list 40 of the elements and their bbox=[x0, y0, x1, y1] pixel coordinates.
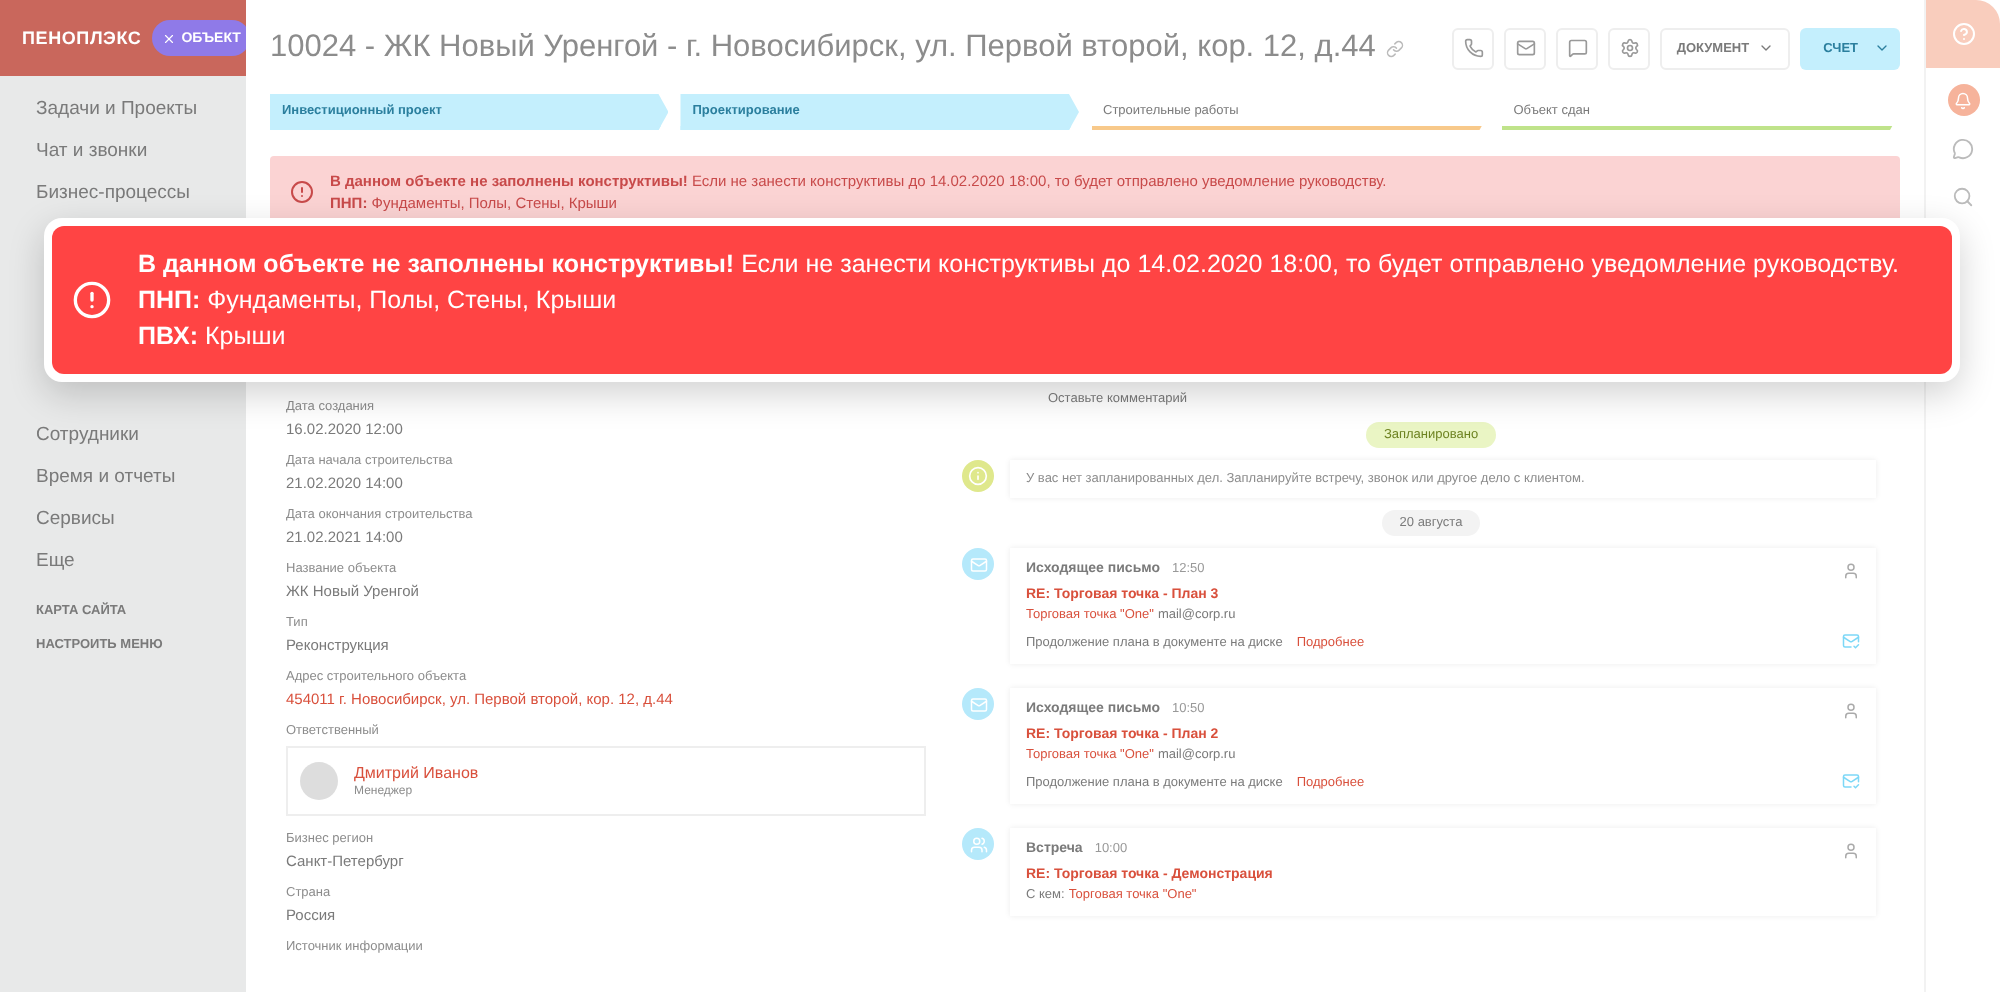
info-icon bbox=[962, 460, 994, 492]
phone-icon bbox=[1463, 38, 1484, 58]
mail-check-icon bbox=[1842, 632, 1860, 650]
page-title: 10024 - ЖК Новый Уренгой - г. Новосибирск, ул. Первой второй, кор. 12, д.44 bbox=[270, 30, 1376, 66]
people-icon bbox=[962, 828, 994, 860]
chat-button[interactable] bbox=[1556, 27, 1599, 69]
person-name[interactable]: Дмитрий Иванов bbox=[354, 764, 479, 782]
close-icon bbox=[161, 31, 176, 45]
settings-button[interactable] bbox=[1608, 27, 1651, 69]
alert-text: В данном объекте не заполнены конструктивы! Если не занести конструктивы до 14.02.2020 18:00, то будет отправлено уведомление руководству. bbox=[138, 248, 1899, 282]
sidebar-item[interactable]: Бизнес-процессы bbox=[0, 172, 246, 214]
sidebar-item[interactable]: Еще bbox=[0, 540, 246, 582]
mail-check-icon bbox=[1842, 772, 1860, 790]
mail-icon bbox=[962, 688, 994, 720]
help-icon[interactable] bbox=[1951, 22, 1975, 46]
sidebar-item[interactable]: Чат и звонки bbox=[0, 130, 246, 172]
user-icon bbox=[1842, 562, 1860, 580]
mail-icon bbox=[1515, 38, 1536, 58]
user-icon bbox=[1842, 702, 1860, 720]
mail-button[interactable] bbox=[1504, 27, 1547, 69]
alert-text: ПНП: Фундаменты, Полы, Стены, Крыши bbox=[138, 284, 619, 318]
help-tab[interactable] bbox=[1926, 0, 2000, 68]
bell-icon[interactable] bbox=[1947, 84, 1979, 116]
sidebar-item[interactable]: Сервисы bbox=[0, 498, 246, 540]
user-icon bbox=[1842, 842, 1860, 860]
mail-icon bbox=[962, 548, 994, 580]
alert-icon bbox=[290, 180, 314, 204]
settings-icon bbox=[1619, 38, 1640, 58]
sidebar-item[interactable]: Задачи и Проекты bbox=[0, 88, 246, 130]
alert-text: ПВХ: Крыши bbox=[138, 320, 288, 354]
sidebar-item[interactable]: Сотрудники bbox=[0, 414, 246, 456]
alert-icon bbox=[72, 280, 112, 320]
chat-icon bbox=[1567, 38, 1588, 58]
phone-button[interactable] bbox=[1452, 27, 1495, 69]
sidebar-item[interactable]: Время и отчеты bbox=[0, 456, 246, 498]
link-icon[interactable] bbox=[1385, 39, 1404, 57]
avatar bbox=[300, 762, 338, 800]
chevron-down-icon bbox=[1874, 40, 1890, 56]
chevron-down-icon bbox=[1757, 40, 1774, 56]
logo[interactable]: ПЕНОПЛЭКС bbox=[22, 28, 142, 48]
